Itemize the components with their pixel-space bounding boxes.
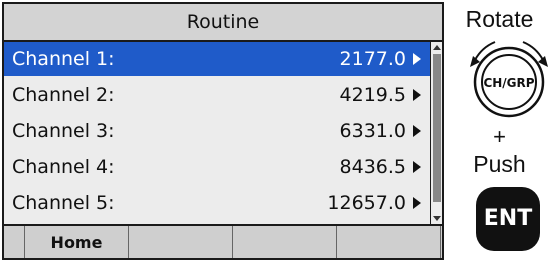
channel-frequency: 12657.0 <box>327 192 406 214</box>
softkey-3[interactable] <box>233 226 337 258</box>
channel-frequency: 4219.5 <box>339 84 406 106</box>
plus-sign: + <box>493 124 506 149</box>
channel-label: Channel 2: <box>12 84 115 106</box>
channel-row-3[interactable]: Channel 3: 6331.0 <box>4 114 430 148</box>
softkey-4[interactable] <box>337 226 441 258</box>
push-instruction: Push <box>473 151 526 177</box>
radio-display: Routine Channel 1: 2177.0 Channel 2: 421… <box>2 2 444 260</box>
channel-label: Channel 3: <box>12 120 115 142</box>
chevron-right-icon <box>413 197 421 209</box>
channel-label: Channel 4: <box>12 156 115 178</box>
rotate-instruction: Rotate <box>465 6 534 32</box>
channel-label: Channel 5: <box>12 192 115 214</box>
softkey-home[interactable]: Home <box>25 226 129 258</box>
channel-frequency: 8436.5 <box>339 156 406 178</box>
rotary-dial-icon: CH/GRP <box>470 41 548 118</box>
channel-row-1[interactable]: Channel 1: 2177.0 <box>4 42 430 76</box>
scroll-thumb[interactable] <box>433 54 441 202</box>
dial-label: CH/GRP <box>483 76 534 90</box>
softkey-spacer <box>4 226 25 258</box>
screen-title: Routine <box>4 4 442 42</box>
ent-button[interactable]: ENT <box>476 187 540 251</box>
softkey-bar: Home <box>4 224 442 258</box>
channel-row-5[interactable]: Channel 5: 12657.0 <box>4 186 430 220</box>
channel-row-2[interactable]: Channel 2: 4219.5 <box>4 78 430 112</box>
chevron-right-icon <box>413 125 421 137</box>
ch-grp-dial[interactable]: CH/GRP <box>465 34 553 124</box>
softkey-2[interactable] <box>129 226 233 258</box>
scroll-down-icon[interactable] <box>433 216 441 221</box>
channel-label: Channel 1: <box>12 48 115 70</box>
chevron-right-icon <box>413 161 421 173</box>
channel-row-4[interactable]: Channel 4: 8436.5 <box>4 150 430 184</box>
channel-frequency: 6331.0 <box>339 120 406 142</box>
channel-list: Channel 1: 2177.0 Channel 2: 4219.5 Chan… <box>4 42 430 224</box>
chevron-right-icon <box>413 89 421 101</box>
channel-frequency: 2177.0 <box>339 48 406 70</box>
scroll-up-icon[interactable] <box>433 45 441 50</box>
chevron-right-icon <box>413 53 421 65</box>
